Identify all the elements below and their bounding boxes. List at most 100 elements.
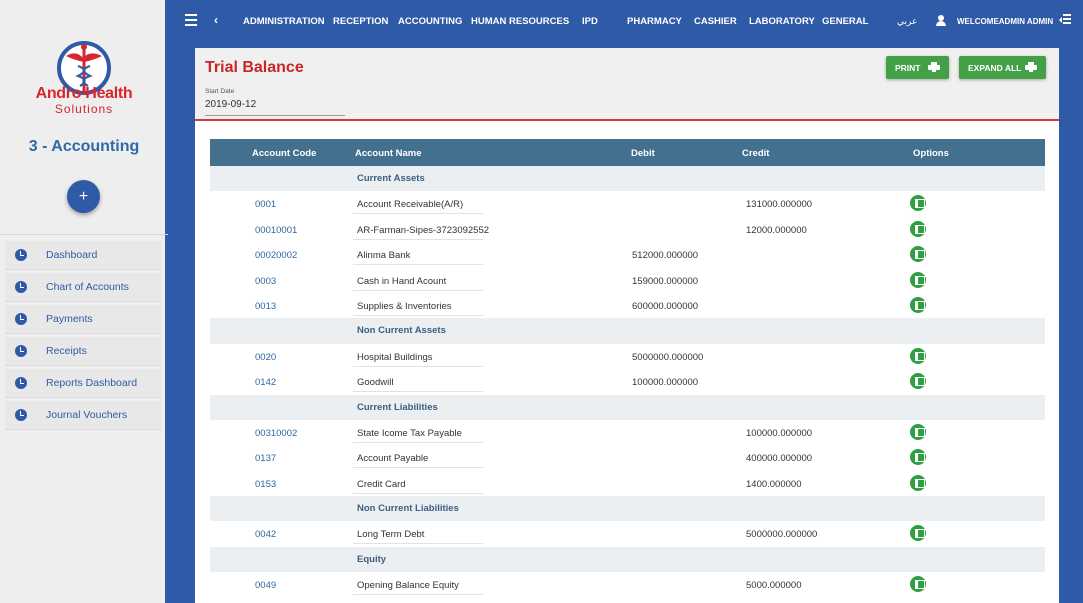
account-code-link[interactable]: 00010001 [255, 225, 297, 236]
account-code-link[interactable]: 0013 [255, 301, 276, 312]
cell-underline [353, 467, 483, 469]
table-row: 0142 Goodwill 100000.000000 [210, 369, 1045, 394]
debit-value: 100000.000000 [632, 377, 699, 389]
view-details-icon[interactable] [910, 373, 926, 390]
sidebar-item-label: Dashboard [46, 249, 98, 261]
view-details-icon[interactable] [910, 271, 926, 288]
sidebar-item-label: Chart of Accounts [46, 281, 129, 293]
table-row: 0001 Account Receivable(A/R) 131000.000000 [210, 191, 1045, 216]
column-credit: Credit [742, 148, 770, 159]
sidebar: Andro Health Solutions 3 - Accounting + … [0, 0, 168, 603]
view-details-icon[interactable] [910, 449, 926, 466]
nav-general[interactable]: GENERAL [822, 16, 868, 27]
start-date-field[interactable]: 2019-09-12 [205, 99, 345, 116]
account-code-link[interactable]: 0042 [255, 529, 276, 540]
credit-value: 100000.000000 [746, 427, 813, 439]
column-debit: Debit [631, 148, 655, 159]
view-details-icon[interactable] [910, 525, 926, 542]
account-code-link[interactable]: 00020002 [255, 250, 297, 261]
sidebar-item-payments[interactable]: Payments [5, 305, 162, 334]
nav-laboratory[interactable]: LABORATORY [749, 16, 815, 27]
table-row: 0137 Account Payable 400000.000000 [210, 445, 1045, 470]
account-code-link[interactable]: 0049 [255, 580, 276, 591]
debit-value: 159000.000000 [632, 275, 699, 287]
nav-cashier[interactable]: CASHIER [694, 16, 737, 27]
clock-icon [15, 409, 27, 421]
account-code-link[interactable]: 0142 [255, 377, 276, 388]
printer-icon [1025, 62, 1037, 73]
expand-all-button[interactable]: EXPAND ALL [959, 56, 1046, 79]
group-row: Current Assets [210, 166, 1045, 192]
view-details-icon[interactable] [910, 220, 926, 237]
sidebar-item-journal-vouchers[interactable]: Journal Vouchers [5, 401, 162, 430]
sidebar-item-receipts[interactable]: Receipts [5, 337, 162, 366]
cell-underline [353, 594, 483, 596]
nav-accounting[interactable]: ACCOUNTING [398, 16, 462, 27]
view-details-icon[interactable] [910, 423, 926, 440]
column-options: Options [913, 148, 949, 159]
view-details-icon[interactable] [910, 347, 926, 364]
start-date-label: Start Date [205, 88, 235, 95]
account-code-link[interactable]: 00310002 [255, 428, 297, 439]
add-button[interactable]: + [67, 180, 100, 213]
cell-underline [353, 238, 483, 240]
debit-value: 512000.000000 [632, 250, 699, 262]
print-button[interactable]: PRINT [886, 56, 949, 79]
nav-ipd[interactable]: IPD [582, 16, 598, 27]
table-row: 00020002 Alinma Bank 512000.000000 [210, 242, 1045, 267]
cell-underline [353, 365, 483, 367]
hamburger-menu-icon[interactable] [185, 14, 197, 26]
view-details-icon[interactable] [910, 576, 926, 593]
table-body: Current Assets 0001 Account Receivable(A/R… [210, 166, 1045, 598]
sidebar-item-label: Receipts [46, 345, 87, 357]
account-name: Opening Balance Equity [357, 580, 459, 592]
account-name: Alinma Bank [357, 250, 411, 262]
account-name: Supplies & Inventories [357, 300, 452, 312]
user-name[interactable]: WELCOMEADMIN ADMIN [957, 17, 1053, 26]
language-toggle[interactable]: عربي [897, 16, 917, 27]
account-code-link[interactable]: 0003 [255, 276, 276, 287]
sidebar-item-chart-of-accounts[interactable]: Chart of Accounts [5, 273, 162, 302]
view-details-icon[interactable] [910, 474, 926, 491]
debit-value: 600000.000000 [632, 300, 699, 312]
sidebar-item-dashboard[interactable]: Dashboard [5, 241, 162, 270]
credit-value: 5000.000000 [746, 580, 802, 592]
account-code-link[interactable]: 0137 [255, 453, 276, 464]
nav-pharmacy[interactable]: PHARMACY [627, 16, 682, 27]
page-header: Trial Balance Start Date 2019-09-12 PRIN… [195, 48, 1059, 121]
sidebar-item-reports-dashboard[interactable]: Reports Dashboard [5, 369, 162, 398]
collapse-menu-icon[interactable] [1059, 14, 1071, 26]
clock-icon [15, 345, 27, 357]
account-code-link[interactable]: 0153 [255, 479, 276, 490]
table-row: 0013 Supplies & Inventories 600000.000000 [210, 293, 1045, 318]
view-details-icon[interactable] [910, 296, 926, 313]
account-code-link[interactable]: 0020 [255, 352, 276, 363]
logo-subtext: Solutions [54, 102, 114, 116]
view-details-icon[interactable] [910, 246, 926, 263]
cell-underline [353, 289, 483, 291]
cell-underline [353, 441, 483, 443]
clock-icon [15, 313, 27, 325]
nav-human-resources[interactable]: HUMAN RESOURCES [471, 16, 569, 27]
account-name: Account Payable [357, 453, 429, 465]
top-navbar: ‹ ADMINISTRATION RECEPTION ACCOUNTING HU… [168, 0, 1083, 42]
printer-icon [928, 62, 940, 73]
cell-underline [353, 492, 483, 494]
cell-underline [353, 543, 483, 545]
cell-underline [353, 264, 483, 266]
credit-value: 131000.000000 [746, 199, 813, 211]
clock-icon [15, 249, 27, 261]
account-code-link[interactable]: 0001 [255, 199, 276, 210]
table-row: 0049 Opening Balance Equity 5000.000000 [210, 572, 1045, 597]
table-row: 0003 Cash in Hand Acount 159000.000000 [210, 268, 1045, 293]
chevron-left-icon[interactable]: ‹ [214, 13, 218, 27]
credit-value: 1400.000000 [746, 478, 802, 490]
nav-administration[interactable]: ADMINISTRATION [243, 16, 325, 27]
view-details-icon[interactable] [910, 195, 926, 212]
table-row: 0153 Credit Card 1400.000000 [210, 471, 1045, 496]
nav-reception[interactable]: RECEPTION [333, 16, 388, 27]
clock-icon [15, 281, 27, 293]
group-row: Current Liabilities [210, 394, 1045, 420]
column-account-name: Account Name [355, 148, 422, 159]
credit-value: 400000.000000 [746, 453, 813, 465]
